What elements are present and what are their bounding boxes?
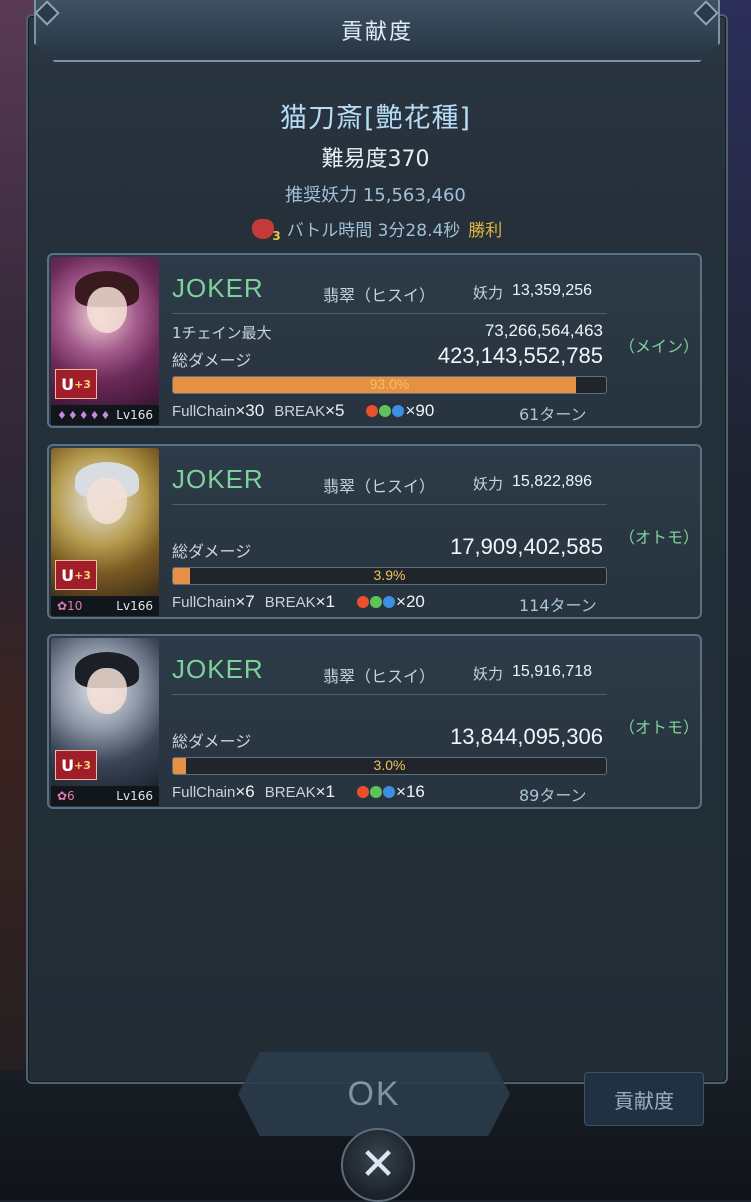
damage-label: 総ダメージ <box>172 351 252 370</box>
player-name: JOKER <box>172 654 264 684</box>
break-label: BREAK <box>264 593 316 611</box>
fire-orb-icon <box>357 786 370 798</box>
fullchain-label: FullChain <box>172 402 236 420</box>
break-label: BREAK <box>274 402 326 420</box>
turn-count: 114ターン <box>519 596 597 615</box>
wood-orb-icon <box>370 786 383 798</box>
damage-label: 総ダメージ <box>172 732 252 751</box>
player-card-helper-1: U +3 ✿10 Lv166 JOKER 翡翠（ヒスイ） 妖力 15,822,89… <box>47 444 702 619</box>
break-label: BREAK <box>264 783 316 801</box>
player-name: JOKER <box>172 464 264 494</box>
quest-name: 猫刀斎[艶花種] <box>279 103 472 134</box>
damage-label: 総ダメージ <box>172 542 252 561</box>
break-count: ×5 <box>325 401 345 420</box>
orb-count: ×20 <box>396 592 425 611</box>
divider <box>172 313 607 314</box>
max-chain-value: 73,266,564,463 <box>484 321 603 340</box>
dialog-title-bar: 貢献度 <box>34 0 720 62</box>
soul-gems: ♦♦♦♦♦ <box>57 408 112 422</box>
turn-count: 61ターン <box>519 405 587 424</box>
rank-badge: U +3 <box>55 750 97 780</box>
battle-result: 勝利 <box>468 220 503 241</box>
quest-difficulty: 難易度370 <box>321 147 430 172</box>
turn-count: 89ターン <box>519 786 587 805</box>
power-value: 15,916,718 <box>512 663 593 680</box>
break-count: ×1 <box>315 592 336 611</box>
contribution-bar: 93.0% <box>172 376 607 394</box>
fullchain-count: ×30 <box>235 401 265 420</box>
orb-count: ×90 <box>405 401 435 420</box>
battle-time: バトル時間 3分28.4秒 <box>286 220 461 241</box>
demon-count: 3 <box>272 229 281 243</box>
ok-button[interactable]: OK <box>238 1052 510 1136</box>
damage-value: 13,844,095,306 <box>450 724 603 749</box>
damage-value: 423,143,552,785 <box>437 343 603 368</box>
wood-orb-icon <box>379 405 392 417</box>
dialog-title: 貢献度 <box>340 20 413 45</box>
player-name: JOKER <box>172 273 264 303</box>
battle-stats: FullChain ×30 BREAK ×5 ×90 <box>172 401 444 421</box>
server-name: 翡翠（ヒスイ） <box>323 286 436 305</box>
recommended-power: 推奨妖力 15,563,460 <box>285 185 466 206</box>
fullchain-label: FullChain <box>172 783 236 801</box>
contribution-percent: 93.0% <box>369 376 410 392</box>
fullchain-count: ×6 <box>235 782 255 801</box>
demon-icon: 3 <box>249 215 281 243</box>
character-level: Lv166 <box>116 789 153 803</box>
battle-stats: FullChain ×6 BREAK ×1 ×16 <box>172 782 435 802</box>
portrait-footer: ✿6 Lv166 <box>51 786 159 806</box>
contribution-button[interactable]: 貢献度 <box>584 1072 704 1126</box>
contribution-percent: 3.0% <box>373 757 406 773</box>
tama-count: ✿10 <box>57 599 83 613</box>
portrait-footer: ✿10 Lv166 <box>51 596 159 616</box>
divider <box>172 504 607 505</box>
water-orb-icon <box>383 786 396 798</box>
tama-count: ✿6 <box>57 789 75 803</box>
player-card-helper-2: U +3 ✿6 Lv166 JOKER 翡翠（ヒスイ） 妖力 15,916,718… <box>47 634 702 809</box>
fire-orb-icon <box>366 405 379 417</box>
break-count: ×1 <box>315 782 336 801</box>
character-portrait[interactable]: U +3 <box>51 448 159 596</box>
fullchain-count: ×7 <box>235 592 255 611</box>
character-portrait[interactable]: U +3 <box>51 257 159 405</box>
divider <box>172 694 607 695</box>
contribution-bar: 3.9% <box>172 567 607 585</box>
power-label: 妖力 <box>473 665 504 683</box>
server-name: 翡翠（ヒスイ） <box>323 477 436 496</box>
close-button[interactable]: ✕ <box>341 1128 415 1202</box>
max-chain-label: 1チェイン最大 <box>172 324 272 342</box>
damage-value: 17,909,402,585 <box>450 534 603 559</box>
rank-badge: U +3 <box>55 560 97 590</box>
power-label: 妖力 <box>473 475 504 493</box>
close-icon: ✕ <box>359 1139 397 1190</box>
role-label: （オトモ） <box>619 718 700 737</box>
player-card-main: U +3 ♦♦♦♦♦ Lv166 JOKER 翡翠（ヒスイ） 妖力 13,359,… <box>47 253 702 428</box>
power-label: 妖力 <box>473 284 504 302</box>
wood-orb-icon <box>370 596 383 608</box>
contribution-bar: 3.0% <box>172 757 607 775</box>
power-value: 15,822,896 <box>512 473 593 490</box>
power-value: 13,359,256 <box>512 282 593 299</box>
server-name: 翡翠（ヒスイ） <box>323 667 436 686</box>
character-level: Lv166 <box>116 408 153 422</box>
fire-orb-icon <box>357 596 370 608</box>
role-label: （メイン） <box>619 337 700 356</box>
portrait-footer: ♦♦♦♦♦ Lv166 <box>51 405 159 425</box>
role-label: （オトモ） <box>619 528 700 547</box>
rank-badge: U +3 <box>55 369 97 399</box>
contribution-percent: 3.9% <box>373 567 406 583</box>
character-level: Lv166 <box>116 599 153 613</box>
water-orb-icon <box>383 596 396 608</box>
fullchain-label: FullChain <box>172 593 236 611</box>
battle-stats: FullChain ×7 BREAK ×1 ×20 <box>172 592 435 612</box>
orb-count: ×16 <box>396 782 425 801</box>
quest-header: 猫刀斎[艶花種] 難易度370 推奨妖力 15,563,460 3 バトル時間 … <box>0 96 751 243</box>
water-orb-icon <box>392 405 405 417</box>
battle-info: 3 バトル時間 3分28.4秒 勝利 <box>0 215 751 243</box>
character-portrait[interactable]: U +3 <box>51 638 159 786</box>
